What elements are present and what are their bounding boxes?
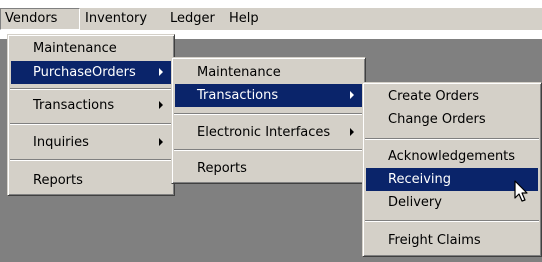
menu-item-inquiries[interactable]: Inquiries [11,131,171,154]
submenu-item-acknowledgements[interactable]: Acknowledgements [366,145,538,168]
submenu-item-freight-claims[interactable]: Freight Claims [366,229,538,252]
submenu-item-create-orders[interactable]: Create Orders [366,85,538,108]
submenu-item-maintenance[interactable]: Maintenance [175,61,362,84]
chevron-right-icon [159,138,163,146]
menu-item-label: Electronic Interfaces [197,125,331,140]
submenu-item-electronic-interfaces[interactable]: Electronic Interfaces [175,121,362,144]
menu-item-label: Inquiries [33,135,89,150]
submenu-item-reports[interactable]: Reports [175,157,362,180]
menu-item-transactions[interactable]: Transactions [11,94,171,117]
menu-separator [10,123,172,125]
menu-separator [174,113,363,115]
submenu-item-transactions[interactable]: Transactions [175,84,362,107]
menu-item-purchaseorders[interactable]: PurchaseOrders [11,61,171,84]
menubar-help[interactable]: Help [225,8,267,30]
vendors-menu: Maintenance PurchaseOrders Transactions … [7,34,175,196]
menu-item-label: Transactions [197,88,279,103]
menu-bar: Vendors Inventory Ledger Help [0,8,542,31]
purchaseorders-submenu: Maintenance Transactions Electronic Inte… [171,57,366,184]
menu-separator [365,220,539,222]
menu-item-label: Transactions [33,98,115,113]
menubar-inventory[interactable]: Inventory [81,8,166,30]
menu-separator [174,149,363,151]
chevron-right-icon [159,101,163,109]
submenu-item-receiving[interactable]: Receiving [366,168,538,191]
chevron-right-icon [350,128,354,136]
menu-separator [10,88,172,90]
menu-item-reports[interactable]: Reports [11,169,171,192]
menubar-ledger[interactable]: Ledger [166,8,222,30]
menu-item-label: PurchaseOrders [33,65,136,80]
menu-item-maintenance[interactable]: Maintenance [11,37,171,60]
chevron-right-icon [159,68,163,76]
mouse-pointer-icon [514,180,528,202]
submenu-item-delivery[interactable]: Delivery [366,191,538,214]
transactions-submenu: Create Orders Change Orders Acknowledgem… [362,82,542,257]
menu-separator [10,159,172,161]
chevron-right-icon [350,91,354,99]
menu-separator [365,138,539,140]
menubar-vendors[interactable]: Vendors [0,8,80,30]
submenu-item-change-orders[interactable]: Change Orders [366,108,538,131]
